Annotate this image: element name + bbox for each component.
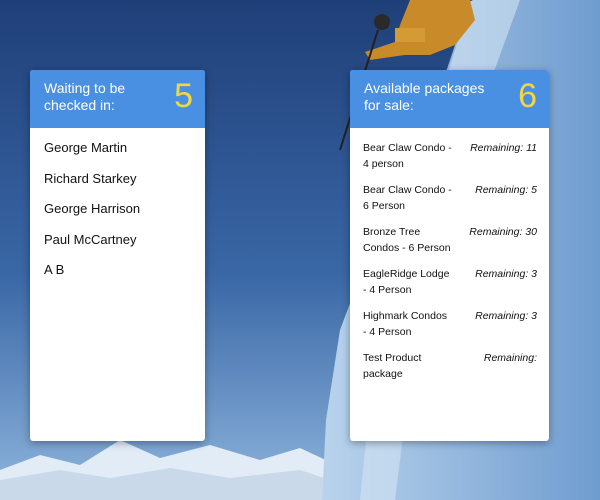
package-remaining: Remaining: 5 [475,184,537,196]
package-name: EagleRidge Lodge - 4 Person [363,268,450,296]
package-remaining: Remaining: 3 [475,310,537,322]
package-item[interactable]: Bear Claw Condo - 6 Person Remaining: 5 [363,182,537,214]
package-remaining: Remaining: 11 [470,142,537,154]
guest-name-item[interactable]: A B [44,260,205,291]
package-remaining: Remaining: 30 [469,226,537,238]
packages-card-header: Available packages for sale: 6 [350,70,549,128]
checkin-name-list: George Martin Richard Starkey George Har… [30,128,205,291]
package-name: Bronze Tree Condos - 6 Person [363,226,451,254]
package-item[interactable]: Bear Claw Condo - 4 person Remaining: 11 [363,140,537,172]
package-remaining: Remaining: 3 [475,268,537,280]
guest-name-item[interactable]: George Harrison [44,199,205,230]
package-name: Bear Claw Condo - 6 Person [363,184,452,212]
packages-list: Bear Claw Condo - 4 person Remaining: 11… [350,128,549,382]
checkin-title: Waiting to be checked in: [44,80,126,113]
package-item[interactable]: Test Product package Remaining: [363,350,537,382]
guest-name-item[interactable]: Paul McCartney [44,230,205,261]
checkin-count: 5 [174,77,193,115]
packages-title: Available packages for sale: [364,80,485,113]
package-remaining: Remaining: [483,352,537,364]
guest-name-item[interactable]: Richard Starkey [44,169,205,200]
packages-count: 6 [518,77,537,115]
package-name: Highmark Condos - 4 Person [363,310,448,338]
package-name: Test Product package [363,352,422,380]
package-name: Bear Claw Condo - 4 person [363,142,452,170]
checkin-card-header: Waiting to be checked in: 5 [30,70,205,128]
package-item[interactable]: Bronze Tree Condos - 6 Person Remaining:… [363,224,537,256]
checkin-card: Waiting to be checked in: 5 George Marti… [30,70,205,441]
package-item[interactable]: EagleRidge Lodge - 4 Person Remaining: 3 [363,266,537,298]
package-item[interactable]: Highmark Condos - 4 Person Remaining: 3 [363,308,537,340]
packages-card: Available packages for sale: 6 Bear Claw… [350,70,549,441]
guest-name-item[interactable]: George Martin [44,138,205,169]
